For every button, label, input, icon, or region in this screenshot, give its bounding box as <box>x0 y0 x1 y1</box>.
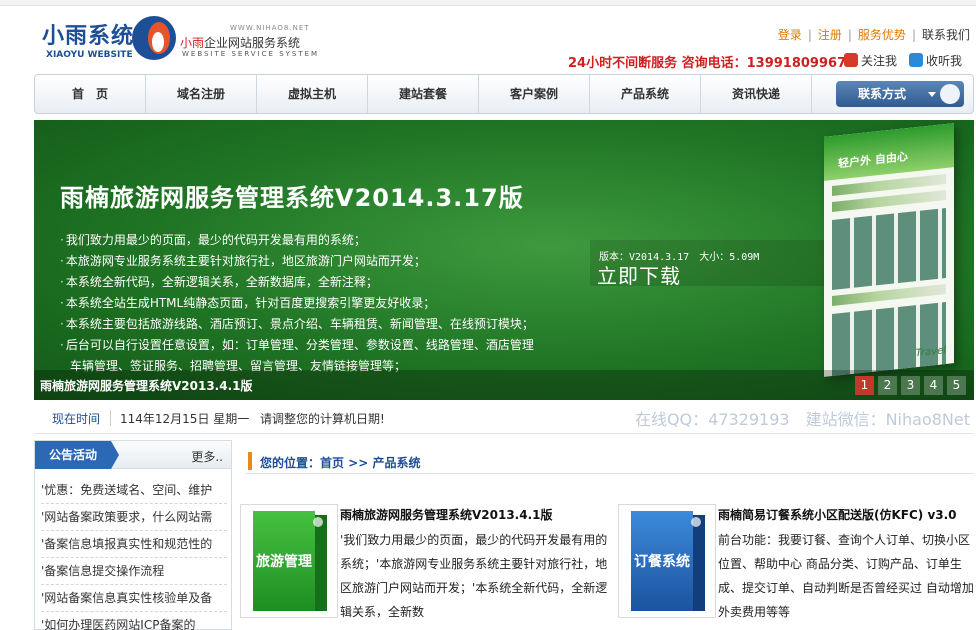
website-screenshot-image: 轻户外 自由心 Travel <box>824 123 954 377</box>
site-logo[interactable]: 小雨系统 XIAOYU WEBSITE WWW.NIHAO8.NET 小雨企业网… <box>40 14 320 72</box>
announcement-list: '忧惠：免费送域名、空间、维护 '网站备案政策要求，什么网站需 '备案信息填报真… <box>41 477 227 630</box>
contact-button-label: 联系方式 <box>858 87 907 101</box>
pager-button-1[interactable]: 1 <box>855 376 874 395</box>
nav-item-products[interactable]: 产品系统 <box>590 75 701 113</box>
top-strip <box>0 0 976 6</box>
logo-text-cn: 小雨系统 <box>42 23 135 49</box>
banner-pager: 12345 <box>851 376 966 395</box>
login-link[interactable]: 登录 <box>778 28 802 42</box>
logo-flame-icon <box>132 16 176 60</box>
banner-title: 雨楠旅游网服务管理系统V2014.3.17版 <box>60 184 524 212</box>
product-image[interactable]: 订餐系统 <box>618 504 716 618</box>
product-box-label: 旅游管理 <box>256 554 312 570</box>
time-label: 现在时间 <box>52 412 101 426</box>
main-nav: 首 页 域名注册 虚拟主机 建站套餐 客户案例 产品系统 资讯快递 联系方式 <box>34 74 974 114</box>
breadcrumb-text[interactable]: 您的位置：首页 >> 产品系统 <box>260 454 420 471</box>
pager-button-3[interactable]: 3 <box>901 376 920 395</box>
banner-feature: · 本旅游网专业服务系统主要针对旅行社，地区旅游门户网站而开发； <box>60 254 426 268</box>
pager-button-2[interactable]: 2 <box>878 376 897 395</box>
product-image[interactable]: 旅游管理 <box>240 504 338 618</box>
nav-item-cases[interactable]: 客户案例 <box>479 75 590 113</box>
weibo-icon[interactable] <box>844 53 858 67</box>
top-links: 登录 | 注册 | 服务优势 | 联系我们 <box>778 26 970 43</box>
list-item[interactable]: '网站备案政策要求，什么网站需 <box>41 504 227 531</box>
banner-feature: · 后台可以自行设置任意设置，如：订单管理、分类管理、参数设置、线路管理、酒店管理 <box>60 338 534 352</box>
advantage-link[interactable]: 服务优势 <box>858 28 906 42</box>
announcement-tab[interactable]: 公告活动 <box>35 441 119 469</box>
product-box-label: 订餐系统 <box>634 554 690 570</box>
pager-button-4[interactable]: 4 <box>924 376 943 395</box>
follow-link[interactable]: 关注我 <box>861 54 897 68</box>
nav-item-hosting[interactable]: 虚拟主机 <box>257 75 368 113</box>
hero-banner[interactable]: 雨楠旅游网服务管理系统V2014.3.17版 · 我们致力用最少的页面，最少的代码… <box>34 120 974 400</box>
announcement-header: 公告活动 更多.. <box>35 441 231 469</box>
separator: | <box>807 28 812 42</box>
software-box-icon: 旅游管理 <box>253 511 327 611</box>
product-title[interactable]: 雨楠简易订餐系统小区配送版(仿KFC) v3.0 <box>718 506 957 523</box>
list-item[interactable]: '网站备案信息真实性核验单及备 <box>41 585 227 612</box>
banner-caption[interactable]: 雨楠旅游网服务管理系统V2013.4.1版 <box>40 377 253 394</box>
listen-link[interactable]: 收听我 <box>926 54 962 68</box>
divider <box>110 410 111 426</box>
chevron-down-icon <box>928 92 936 97</box>
nav-item-home[interactable]: 首 页 <box>35 75 146 113</box>
list-item[interactable]: '备案信息提交操作流程 <box>41 558 227 585</box>
register-link[interactable]: 注册 <box>818 28 842 42</box>
software-box-icon: 订餐系统 <box>631 511 705 611</box>
banner-feature: · 我们致力用最少的页面，最少的代码开发最有用的系统； <box>60 233 366 247</box>
nav-item-packages[interactable]: 建站套餐 <box>368 75 479 113</box>
banner-feature: · 本系统全站生成HTML纯静态页面，针对百度更搜索引擎更友好收录； <box>60 296 436 310</box>
logo-url: WWW.NIHAO8.NET <box>230 24 310 32</box>
banner-feature: · 本系统全新代码，全新逻辑关系，全新数据库，全新注释； <box>60 275 378 289</box>
announcement-panel: 公告活动 更多.. '忧惠：免费送域名、空间、维护 '网站备案政策要求，什么网站… <box>34 440 232 630</box>
swirl-icon <box>940 84 960 104</box>
logo-subtitle-en: WEBSITE SERVICE SYSTEM <box>182 50 320 58</box>
separator: | <box>911 28 916 42</box>
download-button[interactable]: 立即下载 <box>597 260 681 289</box>
listen-icon[interactable] <box>909 53 924 67</box>
breadcrumb-marker <box>248 452 252 470</box>
contact-us-link[interactable]: 联系我们 <box>922 28 970 42</box>
time-bar: 现在时间 114年12月15日 星期一 请调整您的计算机日期! 在线QQ：473… <box>34 402 974 434</box>
product-title[interactable]: 雨楠旅游网服务管理系统V2013.4.1版 <box>340 506 553 523</box>
mock-banner-text: 轻户外 自由心 <box>838 150 908 171</box>
separator: | <box>847 28 852 42</box>
contact-qq-wechat: 在线QQ：47329193 建站微信：Nihao8Net <box>634 410 970 429</box>
list-item[interactable]: '备案信息填报真实性和规范性的 <box>41 531 227 558</box>
logo-subtitle-text: 企业网站服务系统 <box>204 36 301 50</box>
breadcrumb: 您的位置：首页 >> 产品系统 <box>246 450 974 474</box>
logo-subtitle-highlight: 小雨 <box>180 36 205 50</box>
follow-links: 关注我 收听我 <box>844 52 962 69</box>
list-item[interactable]: '忧惠：免费送域名、空间、维护 <box>41 477 227 504</box>
logo-text-en: XIAOYU WEBSITE <box>46 50 133 60</box>
page: 小雨系统 XIAOYU WEBSITE WWW.NIHAO8.NET 小雨企业网… <box>0 0 976 630</box>
hotline-text: 24小时不间断服务 咨询电话：13991809967 <box>568 56 847 71</box>
product-description: '我们致力用最少的页面，最少的代码开发最有用的系统；'本旅游网专业服务系统主要针… <box>340 533 608 619</box>
nav-item-news[interactable]: 资讯快递 <box>701 75 812 113</box>
current-date: 114年12月15日 星期一 <box>120 412 250 426</box>
product-description: 前台功能：我要订餐、查询个人订单、切换小区位置、帮助中心 商品分类、订购产品、订… <box>718 533 974 619</box>
banner-feature: · 本系统主要包括旅游线路、酒店预订、景点介绍、车辆租赁、新闻管理、在线预订模块； <box>60 317 534 331</box>
banner-feature-list: · 我们致力用最少的页面，最少的代码开发最有用的系统； · 本旅游网专业服务系统主要… <box>60 230 620 377</box>
banner-caption-bar: 雨楠旅游网服务管理系统V2013.4.1版 <box>34 370 974 400</box>
more-link[interactable]: 更多.. <box>191 448 223 465</box>
pager-button-5[interactable]: 5 <box>947 376 966 395</box>
contact-dropdown-button[interactable]: 联系方式 <box>836 81 964 107</box>
list-item[interactable]: '如何办理医药网站ICP备案的 <box>41 612 227 630</box>
nav-item-domain[interactable]: 域名注册 <box>146 75 257 113</box>
date-tip: 请调整您的计算机日期! <box>260 412 385 426</box>
logo-subtitle: 小雨企业网站服务系统 <box>180 34 300 51</box>
